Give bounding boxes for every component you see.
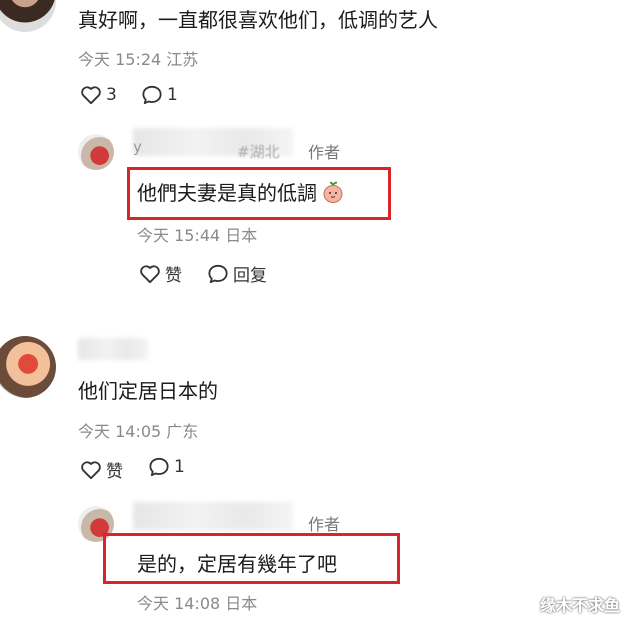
- like-label: 赞: [165, 266, 182, 286]
- reply-count: 1: [174, 457, 185, 477]
- commenter-avatar[interactable]: [0, 336, 56, 398]
- reply-time: 今天 15:44: [137, 226, 221, 245]
- comment-icon: [208, 264, 228, 283]
- heart-icon: [81, 460, 101, 479]
- comment-icon: [142, 85, 162, 105]
- commenter-avatar[interactable]: [0, 0, 56, 32]
- reply-label: 回复: [233, 266, 267, 286]
- comment-time: 今天 15:24: [78, 50, 162, 69]
- comment-time: 今天 14:05: [78, 422, 162, 441]
- reply-button[interactable]: 1: [148, 457, 185, 477]
- reply-text: 是的，定居有幾年了吧: [137, 552, 337, 576]
- reply-meta: 今天 15:44 日本: [137, 222, 257, 246]
- like-label: 赞: [106, 462, 123, 482]
- reply-location: 日本: [225, 594, 258, 613]
- author-name-fragment: #湖北: [237, 143, 280, 161]
- author-avatar[interactable]: [78, 134, 114, 170]
- reply-text: 他們夫妻是真的低調: [137, 181, 317, 205]
- comment-text: 他们定居日本的: [78, 379, 218, 403]
- like-count: 3: [106, 85, 117, 105]
- commenter-name-blurred[interactable]: [78, 338, 148, 360]
- comment-text: 真好啊，一直都很喜欢他们，低调的艺人: [78, 8, 438, 32]
- reply-count: 1: [167, 85, 178, 105]
- comment-location: 广东: [166, 422, 199, 441]
- reply-button[interactable]: 1: [141, 85, 178, 105]
- peach-emoji-icon: [323, 181, 343, 203]
- author-name-blurred[interactable]: [133, 502, 293, 530]
- author-name-fragment: у: [133, 138, 142, 156]
- comment-location: 江苏: [166, 50, 199, 69]
- heart-icon: [140, 264, 160, 283]
- reply-location: 日本: [225, 226, 258, 245]
- comment-icon: [149, 457, 169, 477]
- reply-button[interactable]: 回复: [207, 261, 267, 286]
- author-badge: 作者: [308, 143, 341, 162]
- like-button[interactable]: 赞: [80, 457, 123, 482]
- reply-text-row: 他們夫妻是真的低調: [137, 177, 345, 206]
- watermark: 缘木不求鱼: [540, 596, 621, 615]
- reply-meta: 今天 14:08 日本: [137, 590, 257, 614]
- comment-meta: 今天 14:05 广东: [78, 418, 198, 442]
- comment-meta: 今天 15:24 江苏: [78, 46, 198, 70]
- author-badge: 作者: [308, 515, 341, 534]
- reply-time: 今天 14:08: [137, 594, 221, 613]
- heart-icon: [81, 86, 101, 105]
- like-button[interactable]: 3: [80, 85, 117, 105]
- like-button[interactable]: 赞: [139, 261, 182, 286]
